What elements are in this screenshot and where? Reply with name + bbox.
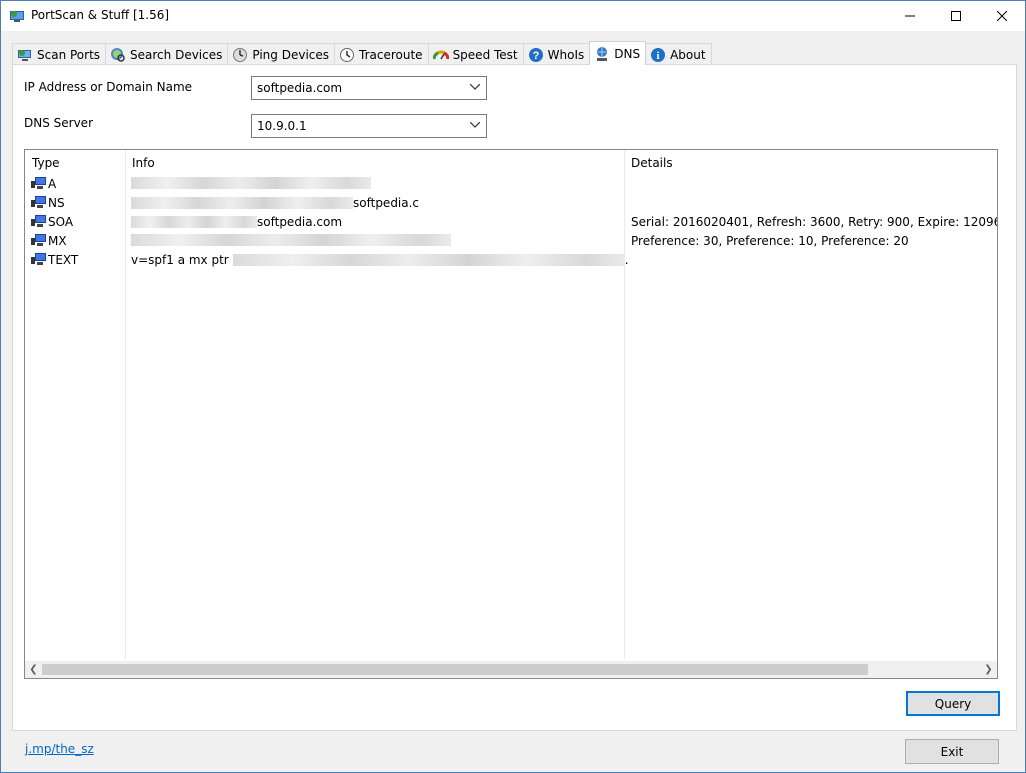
- ip-address-value: softpedia.com: [257, 81, 343, 95]
- row-info: [131, 234, 451, 246]
- redacted-text: [131, 216, 257, 228]
- row-info-text: softpedia.com: [257, 215, 343, 229]
- tab-label: Scan Ports: [37, 47, 101, 62]
- list-row[interactable]: A: [25, 176, 997, 195]
- dns-record-icon: [31, 177, 46, 189]
- svg-text:i: i: [657, 50, 660, 62]
- row-type-label: TEXT: [48, 253, 79, 267]
- tab-whois[interactable]: ? WhoIs: [522, 43, 591, 65]
- minimize-icon: [905, 15, 915, 17]
- svg-text:?: ?: [532, 50, 539, 62]
- tab-label: DNS: [614, 46, 641, 61]
- row-type-label: MX: [48, 234, 67, 248]
- tab-label: WhoIs: [547, 47, 585, 62]
- row-info-text: v=spf1 a mx ptr: [131, 253, 229, 267]
- traceroute-icon: [340, 47, 355, 62]
- tab-label: Ping Devices: [252, 47, 330, 62]
- column-header-info[interactable]: Info: [132, 156, 155, 170]
- tab-label: Speed Test: [452, 47, 518, 62]
- close-button[interactable]: [979, 1, 1025, 31]
- row-type: NS: [31, 196, 65, 210]
- dns-icon: [597, 46, 608, 61]
- row-type-label: A: [48, 177, 57, 191]
- ip-address-combo[interactable]: softpedia.com: [251, 76, 487, 100]
- maximize-button[interactable]: [933, 1, 979, 31]
- row-info-text: softpedia.c: [353, 196, 420, 210]
- row-type: SOA: [31, 215, 73, 229]
- tab-about[interactable]: i About: [645, 43, 712, 65]
- scan-ports-icon: [18, 49, 31, 61]
- row-type: MX: [31, 234, 67, 248]
- tab-ping-devices[interactable]: Ping Devices: [227, 43, 336, 65]
- title-bar[interactable]: PortScan & Stuff [1.56]: [1, 1, 1025, 31]
- speedometer-icon: [432, 50, 449, 59]
- tab-scan-ports[interactable]: Scan Ports: [12, 43, 107, 65]
- row-type-label: NS: [48, 196, 65, 210]
- tab-traceroute[interactable]: Traceroute: [334, 43, 429, 65]
- app-icon: [10, 11, 24, 22]
- tab-dns[interactable]: DNS: [589, 41, 647, 65]
- row-type-label: SOA: [48, 215, 74, 229]
- redacted-text: [131, 234, 451, 246]
- scroll-left-icon[interactable]: ❮: [25, 661, 42, 678]
- redacted-text: [232, 254, 625, 266]
- column-header-details[interactable]: Details: [631, 156, 673, 170]
- tab-speed-test[interactable]: Speed Test: [427, 43, 524, 65]
- list-row[interactable]: MX Preference: 30, Preference: 10, Prefe…: [25, 233, 997, 252]
- ip-address-label: IP Address or Domain Name: [24, 80, 193, 94]
- list-row[interactable]: NS softpedia.c: [25, 195, 997, 214]
- exit-button[interactable]: Exit: [905, 739, 999, 764]
- minimize-button[interactable]: [887, 1, 933, 31]
- tab-strip: Scan Ports Search Devices Ping Devices T…: [12, 41, 712, 65]
- dns-server-combo[interactable]: 10.9.0.1: [251, 114, 487, 138]
- scroll-right-icon[interactable]: ❯: [980, 661, 997, 678]
- list-row[interactable]: SOA softpedia.com Serial: 2016020401, Re…: [25, 214, 997, 233]
- row-type: A: [31, 177, 56, 191]
- dns-server-value: 10.9.0.1: [257, 119, 307, 133]
- info-icon: i: [651, 47, 666, 62]
- search-devices-icon: [111, 47, 125, 62]
- tab-label: About: [670, 47, 706, 62]
- tab-label: Search Devices: [130, 47, 223, 62]
- row-details: Preference: 30, Preference: 10, Preferen…: [631, 234, 909, 248]
- dns-results-list[interactable]: Type Info Details A NS softpedia.c SOA s…: [24, 149, 998, 679]
- chevron-down-icon[interactable]: [468, 79, 482, 95]
- horizontal-scrollbar[interactable]: ❮ ❯: [25, 661, 997, 678]
- dns-record-icon: [31, 196, 46, 208]
- window-title: PortScan & Stuff [1.56]: [31, 8, 170, 22]
- row-details: Serial: 2016020401, Refresh: 3600, Retry…: [631, 215, 997, 229]
- row-info: [131, 177, 371, 189]
- dns-record-icon: [31, 253, 46, 265]
- dns-record-icon: [31, 234, 46, 246]
- redacted-text: [131, 197, 353, 209]
- tab-label: Traceroute: [359, 47, 423, 62]
- chevron-down-icon[interactable]: [468, 117, 482, 133]
- row-info: softpedia.com: [131, 215, 342, 229]
- row-info: v=spf1 a mx ptr.: [131, 253, 629, 267]
- query-button[interactable]: Query: [906, 691, 1000, 716]
- row-info-text: .: [624, 253, 629, 267]
- tab-search-devices[interactable]: Search Devices: [105, 43, 229, 65]
- ping-icon: [233, 47, 248, 62]
- close-icon: [997, 11, 1007, 21]
- app-window: PortScan & Stuff [1.56] Scan Ports Searc…: [0, 0, 1026, 773]
- row-type: TEXT: [31, 253, 78, 267]
- dns-server-label: DNS Server: [24, 116, 93, 130]
- maximize-icon: [951, 11, 961, 21]
- help-icon: ?: [528, 47, 543, 62]
- scrollbar-thumb[interactable]: [42, 664, 868, 675]
- dns-record-icon: [31, 215, 46, 227]
- row-info: softpedia.c: [131, 196, 419, 210]
- redacted-text: [131, 177, 371, 189]
- column-header-type[interactable]: Type: [32, 156, 60, 170]
- website-link[interactable]: j.mp/the_sz: [25, 742, 94, 756]
- list-row[interactable]: TEXT v=spf1 a mx ptr.: [25, 252, 997, 271]
